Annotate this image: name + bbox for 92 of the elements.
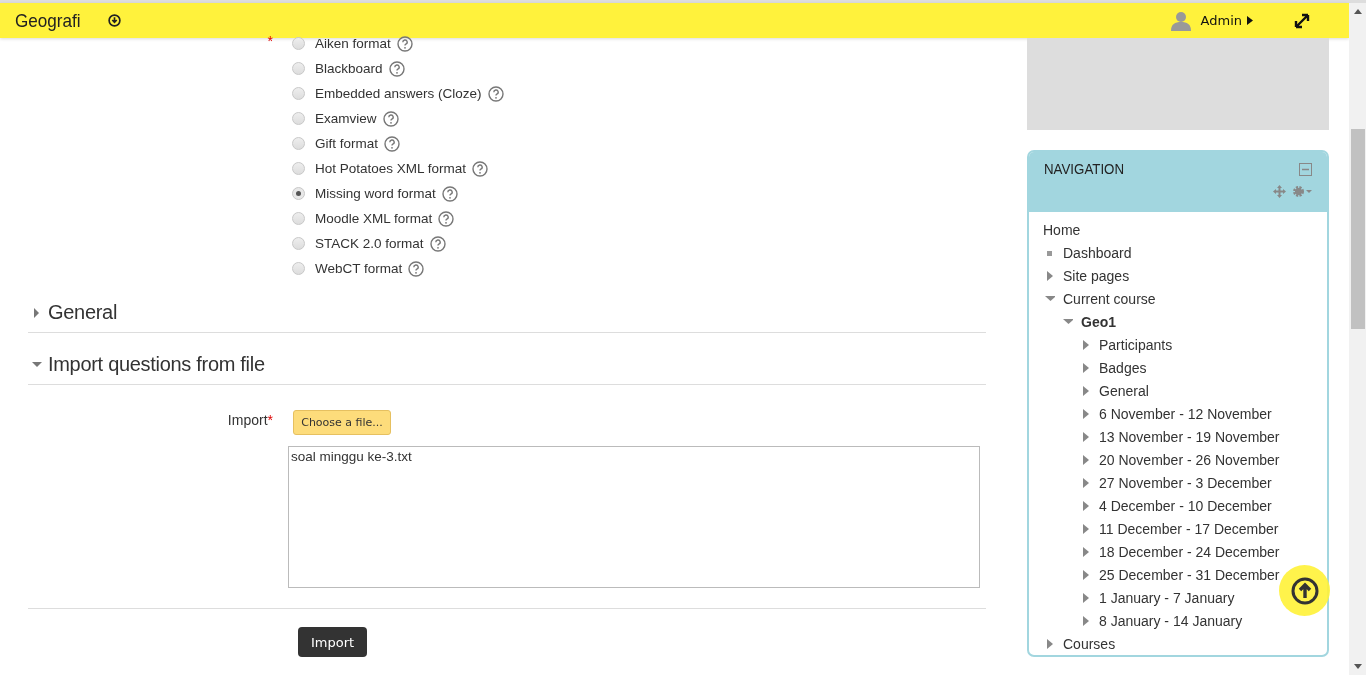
radio-label: Embedded answers (Cloze)	[315, 86, 482, 101]
caret-right-icon[interactable]	[1081, 592, 1091, 603]
arrow-up-icon	[1290, 576, 1319, 605]
radio-label: STACK 2.0 format	[315, 236, 424, 251]
nav-item[interactable]: Courses	[1063, 635, 1116, 652]
caret-right-icon[interactable]	[1081, 454, 1091, 465]
help-icon[interactable]	[388, 60, 405, 77]
radio-button[interactable]	[292, 237, 305, 250]
caret-right-icon[interactable]	[1081, 569, 1091, 580]
nav-item[interactable]: Dashboard	[1063, 244, 1132, 261]
nav-item[interactable]: Geo1	[1081, 313, 1116, 330]
nav-item[interactable]: 8 January - 14 January	[1099, 612, 1243, 629]
nav-item[interactable]: 4 December - 10 December	[1099, 497, 1272, 514]
download-icon[interactable]	[107, 14, 121, 27]
help-icon[interactable]	[438, 210, 455, 227]
nav-item[interactable]: 18 December - 24 December	[1099, 543, 1280, 560]
caret-right-icon[interactable]	[1081, 431, 1091, 442]
radio-label: Moodle XML format	[315, 211, 433, 226]
choose-file-button[interactable]: Choose a file...	[293, 410, 391, 435]
caret-right-icon[interactable]	[1081, 385, 1091, 396]
caret-right-icon[interactable]	[1081, 339, 1091, 350]
caret-down-icon[interactable]	[1063, 316, 1073, 327]
radio-button[interactable]	[292, 212, 305, 225]
caret-right-icon[interactable]	[1045, 638, 1055, 649]
settings-icon[interactable]	[1292, 185, 1312, 198]
scroll-up-icon[interactable]	[1353, 9, 1362, 14]
caret-down-icon[interactable]	[1045, 293, 1055, 304]
help-icon[interactable]	[472, 160, 489, 177]
radio-label: Aiken format	[315, 36, 391, 51]
caret-down-icon	[32, 359, 42, 370]
radio-button[interactable]	[292, 262, 305, 275]
nav-item[interactable]: 6 November - 12 November	[1099, 405, 1272, 422]
scrollbar-thumb[interactable]	[1350, 129, 1365, 329]
radio-label: Hot Potatoes XML format	[315, 161, 467, 176]
help-icon[interactable]	[384, 135, 400, 152]
caret-right-icon[interactable]	[1081, 546, 1091, 557]
radio-button[interactable]	[292, 162, 305, 175]
nav-item[interactable]: 13 November - 19 November	[1099, 428, 1280, 445]
radio-button[interactable]	[292, 87, 305, 100]
radio-label: WebCT format	[315, 261, 403, 276]
nav-item[interactable]: Current course	[1063, 290, 1156, 307]
radio-button[interactable]	[292, 112, 305, 125]
site-title[interactable]: Geografi	[15, 9, 81, 32]
scroll-down-icon[interactable]	[1353, 664, 1362, 669]
scroll-to-top-button[interactable]	[1279, 565, 1330, 616]
caret-right-icon[interactable]	[1081, 523, 1091, 534]
user-avatar-icon	[1170, 10, 1191, 31]
caret-icon	[1247, 16, 1253, 25]
help-icon[interactable]	[429, 235, 446, 252]
nav-item[interactable]: 25 December - 31 December	[1099, 566, 1280, 583]
required-mark: *	[267, 32, 273, 49]
caret-right-icon	[32, 307, 42, 318]
radio-label: Gift format	[315, 136, 378, 151]
import-button[interactable]: Import	[298, 627, 368, 657]
radio-button[interactable]	[292, 62, 305, 75]
caret-right-icon[interactable]	[1081, 362, 1091, 373]
help-icon[interactable]	[408, 260, 425, 277]
block-title: NAVIGATION	[1044, 161, 1125, 177]
radio-label: Blackboard	[315, 61, 383, 76]
fullscreen-icon[interactable]	[1293, 11, 1311, 30]
section-header[interactable]: Import questions from file	[28, 353, 265, 384]
file-drop-field[interactable]: soal minggu ke-3.txt	[288, 446, 980, 588]
nav-item[interactable]: Participants	[1099, 336, 1173, 353]
caret-right-icon[interactable]	[1081, 500, 1091, 511]
nav-item[interactable]: 27 November - 3 December	[1099, 474, 1272, 491]
nav-item[interactable]: Home	[1043, 221, 1081, 238]
nav-item[interactable]: 20 November - 26 November	[1099, 451, 1280, 468]
nav-item[interactable]: 1 January - 7 January	[1099, 589, 1235, 606]
move-icon[interactable]	[1273, 185, 1286, 198]
radio-label: Examview	[315, 111, 377, 126]
required-mark: *	[267, 412, 273, 428]
collapse-icon[interactable]	[1299, 162, 1312, 176]
nav-item[interactable]: General	[1099, 382, 1149, 399]
field-label: Import	[227, 412, 268, 428]
user-menu[interactable]: Admin	[1200, 13, 1253, 28]
caret-right-icon[interactable]	[1081, 408, 1091, 419]
radio-button[interactable]	[292, 187, 305, 200]
nav-item[interactable]: Site pages	[1063, 267, 1130, 284]
help-icon[interactable]	[441, 185, 458, 202]
help-icon[interactable]	[396, 35, 413, 52]
caret-right-icon[interactable]	[1081, 615, 1091, 626]
nav-item[interactable]: Badges	[1099, 359, 1147, 376]
help-icon[interactable]	[382, 110, 399, 127]
scrollbar-track[interactable]	[1349, 3, 1366, 675]
radio-button[interactable]	[292, 37, 305, 50]
radio-label: Missing word format	[315, 186, 436, 201]
help-icon[interactable]	[487, 85, 504, 102]
caret-right-icon[interactable]	[1045, 270, 1055, 281]
nav-item[interactable]: 11 December - 17 December	[1099, 520, 1279, 537]
caret-right-icon[interactable]	[1081, 477, 1091, 488]
section-header[interactable]: General	[28, 301, 118, 332]
radio-button[interactable]	[292, 137, 305, 150]
